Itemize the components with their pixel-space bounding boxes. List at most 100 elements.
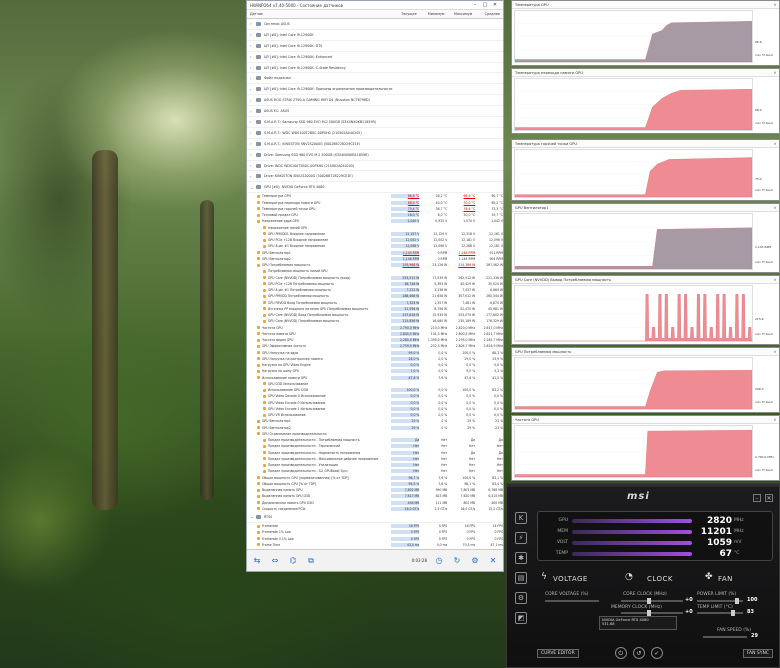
nav-left-right-icon[interactable]: ⇆ — [251, 555, 263, 567]
graph-close-icon[interactable]: ✕ — [771, 69, 779, 77]
graph-close-icon[interactable]: ✕ — [771, 348, 779, 356]
maximize-button[interactable]: □ — [480, 1, 490, 9]
graph-close-icon[interactable]: ✕ — [771, 1, 779, 9]
sensor-group[interactable]: › Файл подкачки — [247, 73, 503, 85]
column-header-current[interactable]: Текущее — [389, 12, 417, 16]
hwinfo-window[interactable]: HWiNFO64 v7.40-5000 - Состояние датчиков… — [246, 0, 504, 572]
power-limit-value[interactable]: 100 — [747, 597, 757, 603]
core-voltage-slider[interactable] — [545, 600, 599, 602]
sensor-group[interactable]: › ASUS ROG STRIX Z790-A GAMING WIFI D4 (N… — [247, 95, 503, 107]
network-icon[interactable]: ⌬ — [287, 555, 299, 567]
graph-close-icon[interactable]: ✕ — [771, 204, 779, 212]
temp-limit-value[interactable]: 83 — [747, 609, 754, 615]
msi-bottom-bar: CURVE EDITOR ⏻ ↺ ✓ FAN SYNC — [537, 646, 773, 660]
column-header-min[interactable]: Минимум — [417, 12, 445, 16]
nav-expand-icon[interactable]: ⇔ — [269, 555, 281, 567]
sensor-group-label: ЦП [#0]: Intel Core i9-12900K — [264, 32, 314, 37]
graph-title[interactable]: GPU Потребляемая мощность ✕ — [512, 348, 779, 356]
graph-autofit-reset[interactable]: Auto Fit Reset — [755, 122, 773, 125]
sensor-graph-window[interactable]: Температура перехода памяти GPU ✕ 68.0 Auto… — [511, 68, 780, 134]
msi-afterburner-window[interactable]: msi – ✕ K ⚡ ✱ ▤ ⚙ ◩ GPU 2820 MHz MEM 11201 MH… — [506, 483, 780, 668]
scanner-icon[interactable]: ⚡ — [515, 532, 527, 544]
minimize-button[interactable]: – — [470, 1, 480, 9]
graph-title[interactable]: Частота GPU ✕ — [512, 416, 779, 424]
fan-speed-value[interactable]: 29 — [751, 633, 758, 639]
sensor-group[interactable]: ⌄ GPU [#0]: NVIDIA GeForce RTX 4080 — [247, 182, 503, 194]
sensor-graph-window[interactable]: GPU Вентилятор1 ✕ 1,145 RPM Auto Fit Reset — [511, 203, 780, 273]
core-clock-value[interactable]: +0 — [685, 597, 693, 603]
close-button[interactable]: ✕ — [490, 1, 500, 9]
sensor-graph-window[interactable]: GPU Core (NVVDD) Вывод Потребляемая мощн… — [511, 275, 780, 345]
graph-autofit-reset[interactable]: Auto Fit Reset — [755, 261, 773, 264]
sensor-group[interactable]: › S.M.A.R.T.: WDC WDS100T2B0C-00PXH0 (21S… — [247, 128, 503, 139]
graph-close-icon[interactable]: ✕ — [771, 416, 779, 424]
close-sensors-icon[interactable]: ✕ — [487, 555, 499, 567]
fan-sync-button[interactable]: FAN SYNC — [742, 648, 773, 658]
oc-scanner-icon[interactable]: ◩ — [515, 612, 527, 624]
graph-autofit-reset[interactable]: Auto Fit Reset — [755, 333, 773, 336]
hwinfo-titlebar[interactable]: HWiNFO64 v7.40-5000 - Состояние датчиков… — [247, 1, 503, 10]
sensor-graph-window[interactable]: Частота GPU ✕ 2,790.0 MHz Auto Fit Reset — [511, 415, 780, 481]
sensor-graph-window[interactable]: Температура GPU ✕ 66.6 Auto Fit Reset — [511, 0, 780, 66]
sensor-list[interactable]: › Система: ASUS › ЦП [#0]: Intel Core i9-12… — [247, 19, 504, 559]
msi-minimize-button[interactable]: – — [753, 494, 761, 502]
temp-limit-slider[interactable] — [697, 612, 743, 614]
monitor-label: GPU — [558, 518, 569, 523]
memory-clock-value[interactable]: +0 — [685, 609, 693, 615]
graph-autofit-reset[interactable]: Auto Fit Reset — [755, 401, 773, 404]
graph-autofit-reset[interactable]: Auto Fit Reset — [755, 469, 773, 472]
graph-autofit-reset[interactable]: Auto Fit Reset — [755, 189, 773, 192]
clock-icon[interactable]: ◷ — [433, 555, 445, 567]
msi-close-button[interactable]: ✕ — [765, 494, 773, 502]
column-header-max[interactable]: Максимум — [444, 12, 472, 16]
sensor-current: 1,146 RPM — [391, 256, 420, 261]
graph-title[interactable]: Температура GPU ✕ — [512, 1, 779, 9]
column-header-avg[interactable]: Среднее — [472, 12, 500, 16]
fan-icon[interactable]: ✱ — [515, 552, 527, 564]
sensor-group[interactable]: › Система: ASUS — [247, 19, 503, 30]
sensor-graph-window[interactable]: GPU Потребляемая мощность ✕ 296.0 Auto Fit … — [511, 347, 780, 413]
graph-title[interactable]: Температура горячей точки GPU ✕ — [512, 140, 779, 148]
apply-icon[interactable]: ✓ — [650, 647, 663, 659]
graph-title[interactable]: Температура перехода памяти GPU ✕ — [512, 69, 779, 77]
memory-clock-slider[interactable] — [621, 612, 683, 614]
settings-icon[interactable]: ⚙ — [515, 592, 527, 604]
reset-icon[interactable]: ↺ — [632, 647, 645, 659]
sensor-group[interactable]: › S.M.A.R.T.: KINGSTON SNV2S2000G (50026B… — [247, 139, 503, 150]
layout-icon[interactable]: ⧉ — [305, 555, 317, 567]
column-header-sensor[interactable]: Датчик — [250, 12, 389, 16]
sensor-min: Нет — [441, 450, 448, 455]
graph-title[interactable]: GPU Вентилятор1 ✕ — [512, 204, 779, 212]
sensor-group[interactable]: › ASUS EC: ASUS — [247, 106, 503, 118]
power-limit-knob[interactable] — [735, 598, 739, 604]
graph-close-icon[interactable]: ✕ — [771, 276, 779, 284]
sensor-group[interactable]: › ЦП [#0]: Intel Core i9-12900K: C-State … — [247, 63, 503, 74]
sensor-group[interactable]: › Drive: Samsung SSD 960 EVO M.2 500GB (S… — [247, 150, 503, 161]
settings-icon[interactable]: ⚙ — [469, 555, 481, 567]
temp-limit-knob[interactable] — [731, 610, 735, 616]
graph-autofit-reset[interactable]: Auto Fit Reset — [755, 54, 773, 57]
graph-plot-area — [514, 425, 753, 478]
graph-title[interactable]: GPU Core (NVVDD) Вывод Потребляемая мощн… — [512, 276, 779, 284]
sensor-group[interactable]: › ЦП [#0]: Intel Core i9-12900K — [247, 30, 503, 41]
sensor-group[interactable]: › ЦП [#0]: Intel Core i9-12900K: Причины … — [247, 84, 503, 96]
power-icon[interactable]: ⏻ — [614, 647, 627, 659]
sensor-max: 12,318 V — [461, 231, 476, 236]
sensor-group[interactable]: › Drive: KINGSTON SNV2S2000G (50026B72822… — [247, 171, 503, 183]
graph-close-icon[interactable]: ✕ — [771, 140, 779, 148]
sensor-group[interactable]: › ЦП [#0]: Intel Core i9-12900K: DTS — [247, 41, 503, 52]
core-clock-slider[interactable] — [621, 600, 683, 602]
reset-icon[interactable]: ↻ — [451, 555, 463, 567]
sensor-graph-window[interactable]: Температура горячей точки GPU ✕ 75.4 Auto F… — [511, 139, 780, 201]
sensor-group[interactable]: ⌄ RTSS — [247, 512, 503, 523]
sensor-group[interactable]: › S.M.A.R.T.: Samsung SSD 960 EVO M.2 500… — [247, 117, 503, 128]
curve-editor-button[interactable]: CURVE EDITOR — [537, 648, 579, 658]
sensor-group[interactable]: › ЦП [#0]: Intel Core i9-12900K: Enhanced — [247, 52, 503, 63]
monitor-icon[interactable]: ▤ — [515, 572, 527, 584]
fan-speed-slider[interactable] — [703, 636, 747, 638]
sensor-icon — [257, 524, 260, 528]
kboost-icon[interactable]: K — [515, 512, 527, 524]
sensor-avg: 14 FPS — [492, 524, 504, 529]
core-clock-knob[interactable] — [647, 598, 651, 604]
sensor-group[interactable]: › Drive: WDC WDS100T2B0C-00PXH0 (21S902A0… — [247, 161, 503, 172]
